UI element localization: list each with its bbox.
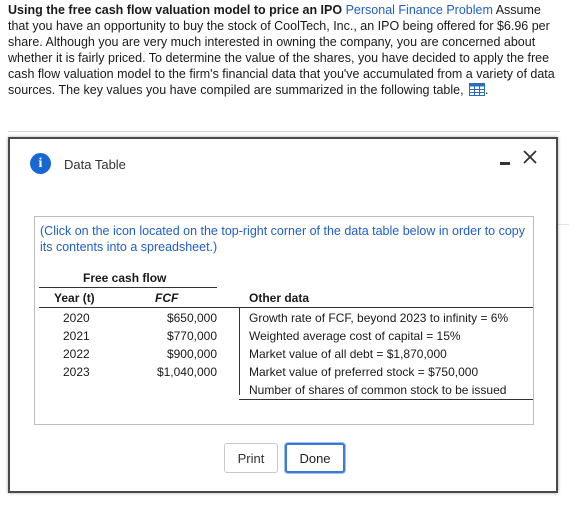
year-cell: 2021 xyxy=(63,329,90,343)
copy-instructions: (Click on the icon located on the top-ri… xyxy=(40,224,526,254)
minimize-icon[interactable] xyxy=(496,149,516,169)
fcf-cell: $900,000 xyxy=(166,347,217,361)
problem-statement: Using the free cash flow valuation model… xyxy=(8,2,560,98)
group-header-rule xyxy=(39,287,217,288)
problem-title: Using the free cash flow valuation model… xyxy=(8,3,343,17)
fcf-cell: $650,000 xyxy=(166,311,217,325)
other-data-cell: Market value of all debt = $1,870,000 xyxy=(249,347,447,361)
divider xyxy=(8,131,560,132)
data-table-container: (Click on the icon located on the top-ri… xyxy=(34,216,534,425)
other-data-cell: Market value of preferred stock = $750,0… xyxy=(249,365,479,379)
column-separator xyxy=(239,307,240,395)
problem-period: . xyxy=(485,83,489,97)
column-header-year: Year (t) xyxy=(54,291,95,305)
close-icon[interactable] xyxy=(518,145,542,169)
personal-finance-link[interactable]: Personal Finance Problem xyxy=(346,3,493,17)
column-header-other-data: Other data xyxy=(249,291,310,305)
done-button[interactable]: Done xyxy=(285,443,345,473)
group-header-free-cash-flow: Free cash flow xyxy=(83,271,167,285)
header-rule xyxy=(39,307,533,308)
info-icon: i xyxy=(30,153,51,174)
column-header-fcf: FCF xyxy=(155,291,179,305)
other-data-cell: Weighted average cost of capital = 15% xyxy=(249,329,461,343)
year-cell: 2023 xyxy=(63,365,90,379)
year-cell: 2022 xyxy=(63,347,90,361)
data-table-icon[interactable] xyxy=(469,83,486,96)
year-cell: 2020 xyxy=(63,311,90,325)
other-data-cell: Growth rate of FCF, beyond 2023 to infin… xyxy=(249,311,509,325)
other-data-cell: Number of shares of common stock to be i… xyxy=(249,383,507,397)
data-table-dialog: i Data Table (Click on the icon located … xyxy=(8,137,558,493)
dialog-title: Data Table xyxy=(64,157,126,172)
fcf-cell: $1,040,000 xyxy=(156,365,217,379)
dialog-header: i Data Table xyxy=(10,139,556,187)
print-button[interactable]: Print xyxy=(224,443,278,473)
bottom-rule xyxy=(239,399,533,400)
fcf-cell: $770,000 xyxy=(166,329,217,343)
